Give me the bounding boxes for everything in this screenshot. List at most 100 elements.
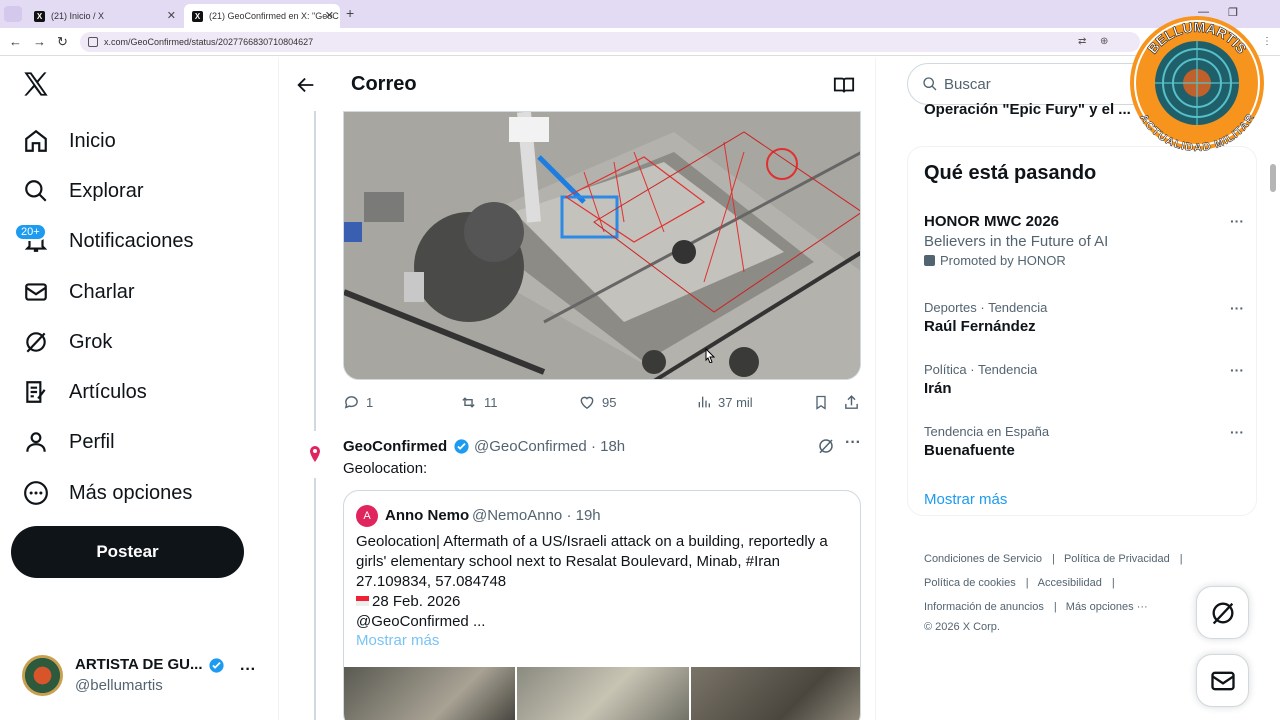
show-more-link[interactable]: Mostrar más — [356, 632, 439, 649]
views-icon — [698, 396, 710, 408]
promoted-icon — [924, 255, 935, 266]
copyright: © 2026 X Corp. — [924, 621, 1000, 633]
trend-item[interactable]: Deportes · Tendencia Raúl Fernández ··· — [924, 300, 1244, 335]
thread-line — [314, 111, 316, 431]
notification-badge: 20+ — [14, 223, 47, 241]
trend-meta: Política · Tendencia — [924, 362, 1038, 377]
zoom-icon[interactable]: ⊕ — [1100, 36, 1108, 47]
sidebar-item-mas-opciones[interactable]: Más opciones — [22, 473, 192, 513]
reader-mode-icon[interactable] — [833, 74, 855, 96]
repost-icon — [462, 397, 475, 408]
sidebar-item-label: Perfil — [69, 430, 115, 453]
quote-line: @GeoConfirmed ... — [356, 613, 486, 630]
repost-count: 11 — [484, 395, 498, 410]
grok-icon — [1212, 602, 1233, 624]
footer-link[interactable]: Accesibilidad — [1038, 577, 1102, 589]
views-button[interactable]: 37 mil — [696, 394, 753, 410]
grok-icon[interactable] — [817, 437, 835, 455]
sidebar-item-perfil[interactable]: Perfil — [22, 422, 115, 462]
tweet-author-handle[interactable]: @GeoConfirmed · 18h — [474, 438, 625, 455]
trend-item[interactable]: HONOR MWC 2026 Believers in the Future o… — [924, 213, 1244, 268]
grok-fab-button[interactable] — [1196, 586, 1249, 639]
bookmark-icon[interactable] — [813, 394, 829, 411]
footer-link[interactable]: Política de Privacidad — [1064, 553, 1170, 565]
reply-button[interactable]: 1 — [343, 394, 373, 411]
browser-tab-status[interactable]: X (21) GeoConfirmed en X: "GeoC ✕ — [184, 4, 340, 28]
flag-icon — [356, 596, 369, 606]
url-text: x.com/GeoConfirmed/status/20277668307108… — [104, 37, 314, 47]
search-icon — [923, 77, 937, 91]
scrollbar[interactable] — [1270, 164, 1276, 192]
sidebar-item-notificaciones[interactable]: 20+ Notificaciones — [14, 221, 194, 261]
sidebar-item-label: Charlar — [69, 280, 135, 303]
footer-link[interactable]: Información de anuncios — [924, 601, 1044, 613]
account-switcher[interactable]: ARTISTA DE GU... @bellumartis ··· — [22, 655, 262, 699]
more-icon[interactable]: ··· — [845, 434, 861, 452]
more-icon[interactable]: ··· — [1230, 424, 1244, 440]
trend-meta: Tendencia en España — [924, 424, 1050, 439]
more-icon[interactable]: ··· — [1230, 362, 1244, 378]
forward-icon[interactable]: → — [33, 34, 46, 49]
sidebar-item-inicio[interactable]: Inicio — [22, 121, 116, 161]
home-icon — [22, 127, 50, 155]
sidebar-item-articulos[interactable]: Artículos — [22, 372, 147, 412]
tweet-text: Geolocation: — [343, 460, 428, 477]
quote-line: Geolocation| Aftermath of a US/Israeli a… — [356, 533, 828, 550]
thread-line — [314, 478, 316, 720]
verified-badge-icon — [209, 658, 224, 673]
post-button[interactable]: Postear — [11, 526, 244, 578]
sidebar-item-explorar[interactable]: Explorar — [22, 171, 143, 211]
main-header: Correo — [279, 58, 875, 111]
like-button[interactable]: 95 — [578, 394, 616, 411]
browser-tab-inicio[interactable]: X (21) Inicio / X ✕ — [26, 4, 182, 28]
footer-link[interactable]: Más opciones ··· — [1066, 601, 1148, 613]
location-pin-icon — [310, 446, 320, 462]
trends-panel: Qué está pasando HONOR MWC 2026 Believer… — [907, 146, 1257, 516]
footer-link[interactable]: Condiciones de Servicio — [924, 553, 1042, 565]
trend-item[interactable]: Política · Tendencia Irán ··· — [924, 362, 1244, 397]
tweet-actions: 1 11 95 37 mil — [343, 394, 863, 414]
search-field[interactable] — [944, 75, 1124, 93]
sidebar-item-grok[interactable]: Grok — [22, 322, 112, 362]
verified-badge-icon — [454, 439, 469, 454]
site-info-icon[interactable] — [88, 37, 98, 47]
url-input[interactable]: x.com/GeoConfirmed/status/20277668307108… — [80, 32, 1140, 52]
share-icon[interactable] — [843, 394, 860, 411]
reply-count: 1 — [366, 395, 374, 410]
partial-headline[interactable]: Operación "Epic Fury" y el ... — [924, 101, 1134, 117]
reload-icon[interactable]: ↻ — [57, 34, 68, 50]
back-icon[interactable]: ← — [9, 34, 22, 49]
mail-icon — [22, 278, 50, 306]
new-tab-button[interactable]: + — [346, 5, 354, 21]
translate-icon[interactable]: ⇄ — [1078, 36, 1086, 47]
more-icon[interactable]: ··· — [1230, 213, 1244, 229]
back-arrow-icon[interactable] — [295, 74, 317, 96]
trend-meta: Deportes · Tendencia — [924, 300, 1048, 315]
close-icon[interactable]: ✕ — [325, 9, 334, 22]
show-more-link[interactable]: Mostrar más — [924, 491, 1007, 508]
search-input[interactable] — [907, 63, 1157, 105]
more-icon[interactable]: ··· — [240, 661, 256, 679]
account-handle: @bellumartis — [75, 677, 163, 694]
messages-fab-button[interactable] — [1196, 654, 1249, 707]
close-icon[interactable]: ✕ — [167, 9, 176, 22]
views-count: 37 mil — [718, 394, 753, 410]
more-icon[interactable]: ··· — [1230, 300, 1244, 316]
trend-name: HONOR MWC 2026 — [924, 213, 1060, 230]
tab-search-button[interactable] — [4, 6, 22, 22]
quote-media[interactable] — [344, 667, 860, 720]
quote-line: girls' elementary school next to Resalat… — [356, 553, 780, 570]
promoted-label: Promoted by HONOR — [924, 253, 1244, 268]
sidebar-item-charlar[interactable]: Charlar — [22, 272, 135, 312]
avatar — [22, 655, 63, 696]
trend-item[interactable]: Tendencia en España Buenafuente ··· — [924, 424, 1244, 459]
footer-link[interactable]: Política de cookies — [924, 577, 1016, 589]
tweet-image[interactable] — [343, 111, 861, 380]
tweet-author-name[interactable]: GeoConfirmed — [343, 438, 447, 455]
browser-tab-bar: X (21) Inicio / X ✕ X (21) GeoConfirmed … — [0, 0, 1280, 28]
repost-button[interactable]: 11 — [459, 394, 498, 411]
x-logo-icon[interactable] — [22, 70, 50, 98]
quoted-tweet[interactable]: A Anno Nemo @NemoAnno · 19h Geolocation|… — [343, 490, 861, 720]
tab-label: (21) GeoConfirmed en X: "GeoC — [209, 11, 339, 21]
trend-name: Raúl Fernández — [924, 318, 1036, 335]
